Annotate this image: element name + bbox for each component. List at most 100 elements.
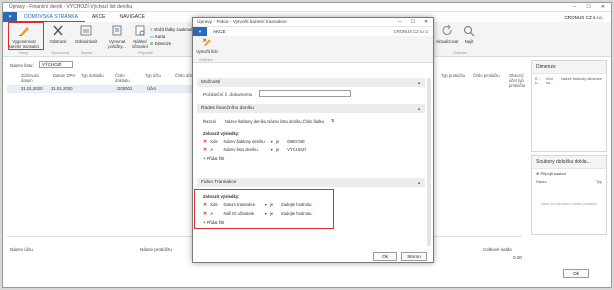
journal-show-results: Zobrazit výsledky: [203,131,240,136]
attach-file-button[interactable]: ⊕ Připojit soubor [532,169,606,178]
start-document-input[interactable] [259,90,351,97]
maximize-icon[interactable]: ☐ [586,4,590,10]
remove-filter-icon[interactable]: ✕ [203,139,207,145]
reconcile-icon [80,25,92,36]
create-fido-button[interactable]: Vytvořit fido [196,37,218,54]
journal-line-section-header[interactable]: Řádek finančního deníku ▲ [197,104,425,113]
filter-field[interactable]: Název šablony deníku [224,139,270,144]
sort-value[interactable]: Název šablony deníku,Název listu deníku,… [225,119,324,124]
refresh-button[interactable]: Aktualizovat [435,24,459,44]
window-controls: ─ ☐ ✕ [573,4,611,10]
company-name: CRONUS CZ s.r.o. [564,14,603,20]
ribbon-group-new: Nový [19,50,29,55]
dimensions-title: Dimenze [532,61,606,74]
delete-button[interactable]: Odstranit [47,24,69,44]
highlight-fidoo-filters [194,189,334,229]
close-icon[interactable]: ✕ [601,4,605,10]
row-posting-date[interactable]: 31.01.2020 [21,86,43,91]
close-icon[interactable]: ✕ [424,20,428,25]
sort-order-icon[interactable]: ⇅ [331,118,335,123]
dimensions-col-value-name: Název hodnoty dimenze [561,77,602,81]
table-row[interactable]: 31.01.2020 31.01.2020 G00001 Účet [7,85,197,93]
col-account-no[interactable]: Číslo účtu [175,73,194,78]
ribbon-group-prepare: Připravit [138,50,153,55]
ribbon-group-manage: Spravovat [51,50,70,55]
paperclip-icon: ⊕ [536,171,540,176]
col-vat-date[interactable]: Datum DPH [53,73,75,78]
ribbon-group-page: Stránka [453,50,467,55]
col-posting-date[interactable]: Zúčtovací datum [21,73,43,83]
filter-field[interactable]: Název listu deníku [224,147,270,152]
card-icon: ▭ [150,34,154,39]
plus-icon: + [203,156,206,161]
dialog-tabs: ▾ AKCE CRONUS CZ s.r.o. [193,27,433,36]
col-document-type[interactable]: Typ dokladu [81,73,104,78]
account-name-label: Název účtu [10,247,33,252]
journal-filter-row: ✕ A Název listu deníku ▾ je VÝCHOZÍ [203,147,306,153]
dialog-ok-button[interactable]: Ok [373,252,397,261]
minimize-icon[interactable]: ─ [573,4,577,10]
dialog-titlebar: Úpravy - Fidoo - Vytvořit karetní transa… [193,18,433,27]
dialog-file-menu-button[interactable]: ▾ [193,27,207,36]
chevron-down-icon[interactable]: ▾ [271,139,273,144]
balance-icon [112,25,122,36]
col-contra-no[interactable]: Číslo protiúčtu [473,73,503,78]
col-gl-contra-type[interactable]: Obecný účet typ protiúčtu [509,73,531,88]
filter-value[interactable]: VÝCHOZÍ [287,147,306,152]
row-account-type[interactable]: Účet [147,86,156,91]
main-ok-button[interactable]: Ok [563,269,589,278]
row-document-no[interactable]: G00001 [117,86,132,91]
refresh-icon [442,24,452,35]
row-vat-date[interactable]: 31.01.2020 [51,86,73,91]
col-contra-type[interactable]: Typ protiúčtu [441,73,471,78]
tab-actions[interactable]: AKCE [85,12,113,22]
journal-add-filter-button[interactable]: + Přidat filtr [203,156,224,161]
documents-empty-text: Není co zobrazit v tomto pohledu [541,202,597,206]
tab-navigate[interactable]: NAVIGACE [113,12,152,22]
file-menu-button[interactable]: ▾ [3,12,17,22]
sort-label: Řazení [203,119,217,124]
insert-lines-icon: ≡ [150,27,153,32]
balance-entries-button[interactable]: Vyrovnat položky... [104,24,130,49]
search-icon [464,26,475,37]
col-account-type[interactable]: Typ účtu [145,73,161,78]
reconcile-button[interactable]: Odsouhlasit [73,24,99,44]
main-title: Úpravy - Finanční deník - VÝCHOZÍ-Výchoz… [9,4,133,10]
contra-name-label: Název protiúčtu [140,247,172,252]
options-section-header[interactable]: Možnosti ▲ [197,78,425,87]
documents-columns: Název Typ [532,178,606,186]
dimensions-factbox: Dimenze K... k... Kód ho... Název hodnot… [531,60,607,152]
filter-value[interactable]: OBECNÉ [287,139,305,144]
create-icon [202,38,211,47]
preview-posting-button[interactable]: Náhled účtování [130,24,150,49]
batch-name-label: Název listu: [10,63,34,68]
dialog-ribbon-group-page: Stránka [199,57,213,62]
find-button[interactable]: Najít [461,24,477,44]
col-document-no[interactable]: Číslo dokladu [115,73,135,83]
tab-home[interactable]: DOMOVSKÁ STRÁNKA [17,12,85,22]
minimize-icon[interactable]: ─ [398,20,401,25]
fidoo-dialog: Úpravy - Fidoo - Vytvořit karetní transa… [192,17,434,263]
dialog-scrollbar[interactable] [427,78,431,246]
maximize-icon[interactable]: ☐ [411,20,415,25]
documents-factbox: Soubory doložku dokla... ⊕ Připojit soub… [531,155,607,235]
batch-name-input[interactable]: VÝCHOZÍ [39,61,73,68]
fidoo-transactions-section-header[interactable]: Fidoo Transakce ▲ [197,178,425,187]
journal-filter-row: ✕ Kde Název šablony deníku ▾ je OBECNÉ [203,139,305,145]
dialog-cancel-button[interactable]: Storno [401,252,427,261]
total-balance-label: Celkové saldo [483,247,512,252]
remove-filter-icon[interactable]: ✕ [203,147,207,153]
start-document-label: Počáteční č. dokumentu [203,92,253,97]
preview-icon [135,25,145,36]
chevron-down-icon[interactable]: ▾ [271,147,273,152]
dialog-window-controls: ─ ☐ ✕ [398,20,433,25]
delete-x-icon [53,25,63,36]
dimensions-col-code: K... k... [535,77,541,85]
dialog-tab-actions[interactable]: AKCE [207,29,232,34]
collapse-icon: ▲ [417,80,421,85]
dimensions-col-value-code: Kód ho... [546,77,554,85]
documents-col-name: Název [536,180,547,184]
ribbon-group-bank: Banka [81,50,93,55]
main-titlebar: Úpravy - Finanční deník - VÝCHOZÍ-Výchoz… [3,3,611,12]
total-balance-value: 0,00 [513,255,522,260]
